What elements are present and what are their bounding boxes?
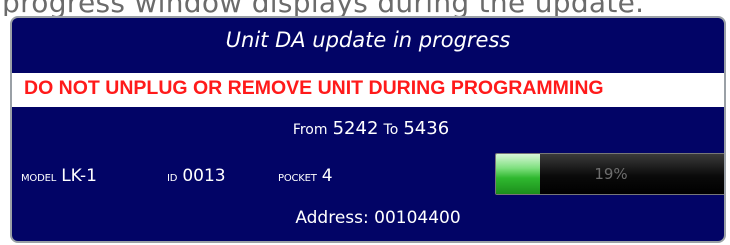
from-label: From <box>292 122 328 138</box>
progress-percent-text: 19% <box>594 165 628 183</box>
pocket-field: POCKET 4 <box>278 166 333 186</box>
warning-banner: DO NOT UNPLUG OR REMOVE UNIT DURING PROG… <box>12 73 724 107</box>
id-value: 0013 <box>182 166 226 186</box>
page-caption: progress window displays during the upda… <box>2 0 644 16</box>
to-label: To <box>383 122 399 138</box>
id-field: ID 0013 <box>167 166 226 186</box>
update-progress-window: Unit DA update in progress DO NOT UNPLUG… <box>10 16 726 243</box>
warning-text: DO NOT UNPLUG OR REMOVE UNIT DURING PROG… <box>24 77 604 99</box>
model-value: LK-1 <box>61 166 97 186</box>
model-label: MODEL <box>21 173 57 184</box>
caption-strip: progress window displays during the upda… <box>0 0 730 16</box>
progress-bar: 19% <box>495 153 724 195</box>
id-label: ID <box>167 173 178 184</box>
address-readout: Address: 00104400 <box>295 208 461 228</box>
pocket-label: POCKET <box>278 173 317 184</box>
window-title: Unit DA update in progress <box>225 28 511 52</box>
model-field: MODEL LK-1 <box>21 166 97 186</box>
to-version: 5436 <box>403 118 450 139</box>
pocket-value: 4 <box>321 166 333 186</box>
version-line: From 5242 To 5436 <box>12 118 724 139</box>
from-version: 5242 <box>332 118 379 139</box>
